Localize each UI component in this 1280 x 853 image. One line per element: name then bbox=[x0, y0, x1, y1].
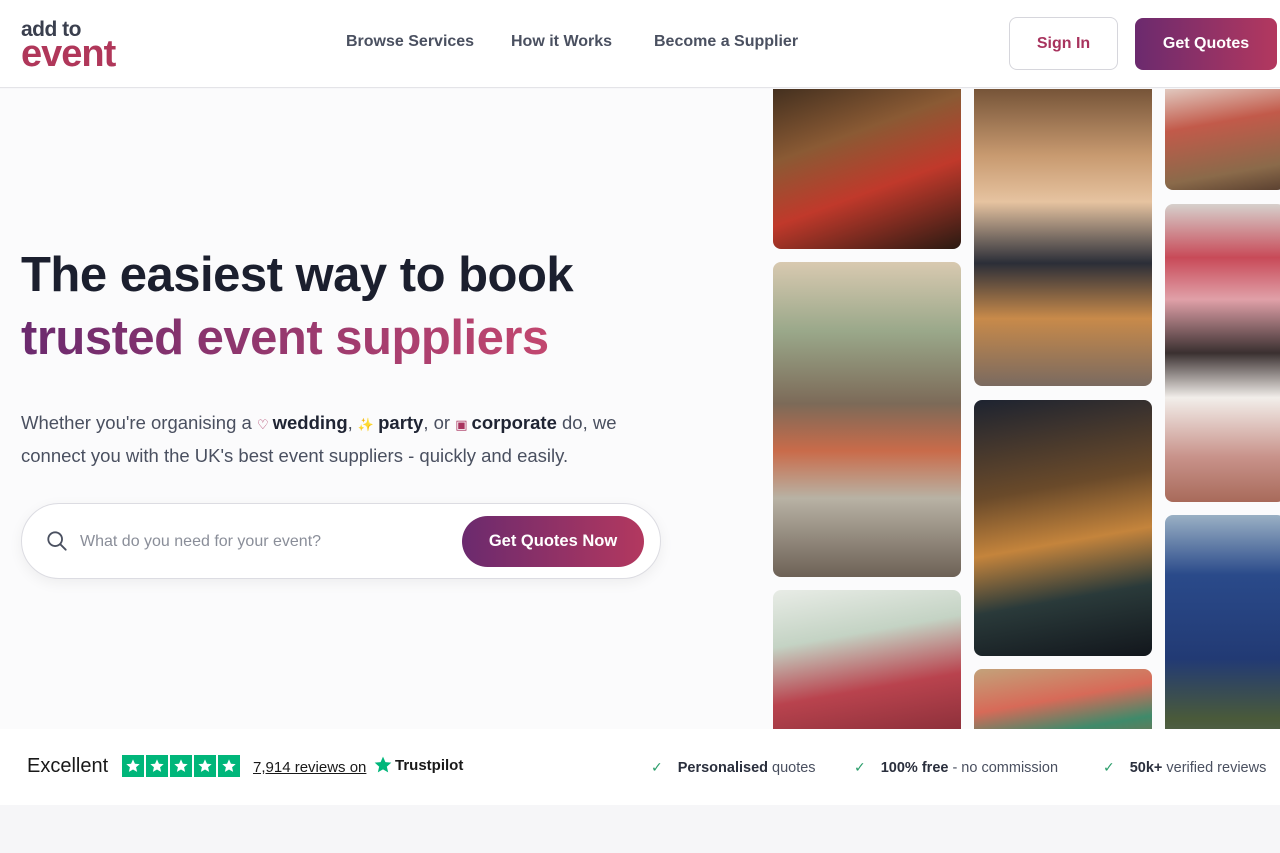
briefcase-icon: ▣ bbox=[455, 417, 468, 432]
feature-bold: Personalised bbox=[677, 759, 768, 776]
photo-booth-couple-photo bbox=[1165, 204, 1280, 502]
outdoor-bar-party-photo bbox=[773, 262, 961, 577]
subtitle-comma: , bbox=[347, 412, 353, 433]
nav-how-it-works[interactable]: How it Works bbox=[511, 33, 612, 51]
feature-personalised: ✓ Personalised quotes bbox=[651, 759, 816, 776]
food-platter-photo bbox=[1165, 89, 1280, 190]
hero-headline: The easiest way to book bbox=[21, 248, 574, 302]
star-icon bbox=[218, 755, 240, 777]
nav-become-supplier[interactable]: Become a Supplier bbox=[654, 33, 798, 51]
get-quotes-now-button[interactable]: Get Quotes Now bbox=[462, 516, 644, 567]
check-icon: ✓ bbox=[1103, 759, 1115, 775]
search-icon bbox=[47, 531, 67, 551]
check-icon: ✓ bbox=[854, 759, 866, 775]
feature-rest: quotes bbox=[772, 759, 816, 776]
check-icon: ✓ bbox=[651, 759, 663, 775]
search-bar: Get Quotes Now bbox=[21, 503, 661, 579]
reviews-link[interactable]: 7,914 reviews on bbox=[253, 759, 366, 776]
live-band-singer-photo bbox=[974, 400, 1152, 656]
site-header: add to event Browse Services How it Work… bbox=[0, 0, 1280, 88]
star-icon bbox=[194, 755, 216, 777]
sign-in-button[interactable]: Sign In bbox=[1009, 17, 1118, 70]
subtitle-party: party bbox=[378, 412, 424, 433]
trustpilot-stars bbox=[122, 755, 240, 777]
trustpilot-brand: Trustpilot bbox=[395, 756, 464, 774]
feature-reviews: ✓ 50k+ verified reviews bbox=[1103, 759, 1266, 776]
subtitle-wedding: wedding bbox=[272, 412, 348, 433]
search-input[interactable] bbox=[80, 528, 450, 556]
desserts-photo bbox=[773, 590, 961, 729]
food-truck-photo bbox=[1165, 515, 1280, 729]
nav-browse-services[interactable]: Browse Services bbox=[346, 33, 474, 51]
feature-rest: verified reviews bbox=[1166, 759, 1267, 776]
subtitle-or: , or bbox=[423, 412, 451, 433]
subtitle-corporate: corporate bbox=[471, 412, 557, 433]
heart-icon: ♡ bbox=[256, 417, 269, 432]
subtitle-intro: Whether you're organising a bbox=[21, 412, 252, 433]
fire-performer-photo bbox=[773, 89, 961, 249]
trust-bar: Excellent 7,914 reviews on Trustpilot ✓ … bbox=[0, 729, 1280, 805]
star-icon bbox=[122, 755, 144, 777]
page-bottom bbox=[0, 805, 1280, 853]
hero-section: The easiest way to book trusted event su… bbox=[0, 89, 1280, 729]
hero-headline-highlight: trusted event suppliers bbox=[21, 311, 549, 365]
trustpilot-star-icon bbox=[374, 756, 392, 773]
feature-free: ✓ 100% free - no commission bbox=[854, 759, 1058, 776]
logo-main-text: event bbox=[21, 33, 116, 75]
trustpilot-logo[interactable]: Trustpilot bbox=[373, 755, 463, 775]
feature-bold: 100% free bbox=[880, 759, 949, 776]
confetti-icon: ✨ bbox=[357, 417, 375, 432]
festoon-lights-photo bbox=[974, 669, 1152, 729]
cocktail-bartender-photo bbox=[974, 89, 1152, 386]
star-icon bbox=[170, 755, 192, 777]
star-icon bbox=[146, 755, 168, 777]
hero-subtitle: Whether you're organising a ♡ wedding, ✨ p… bbox=[21, 407, 661, 471]
feature-bold: 50k+ bbox=[1129, 759, 1163, 776]
get-quotes-button[interactable]: Get Quotes bbox=[1135, 18, 1277, 70]
rating-word: Excellent bbox=[27, 755, 109, 777]
logo[interactable]: add to event bbox=[21, 18, 146, 75]
feature-rest: - no commission bbox=[952, 759, 1059, 776]
